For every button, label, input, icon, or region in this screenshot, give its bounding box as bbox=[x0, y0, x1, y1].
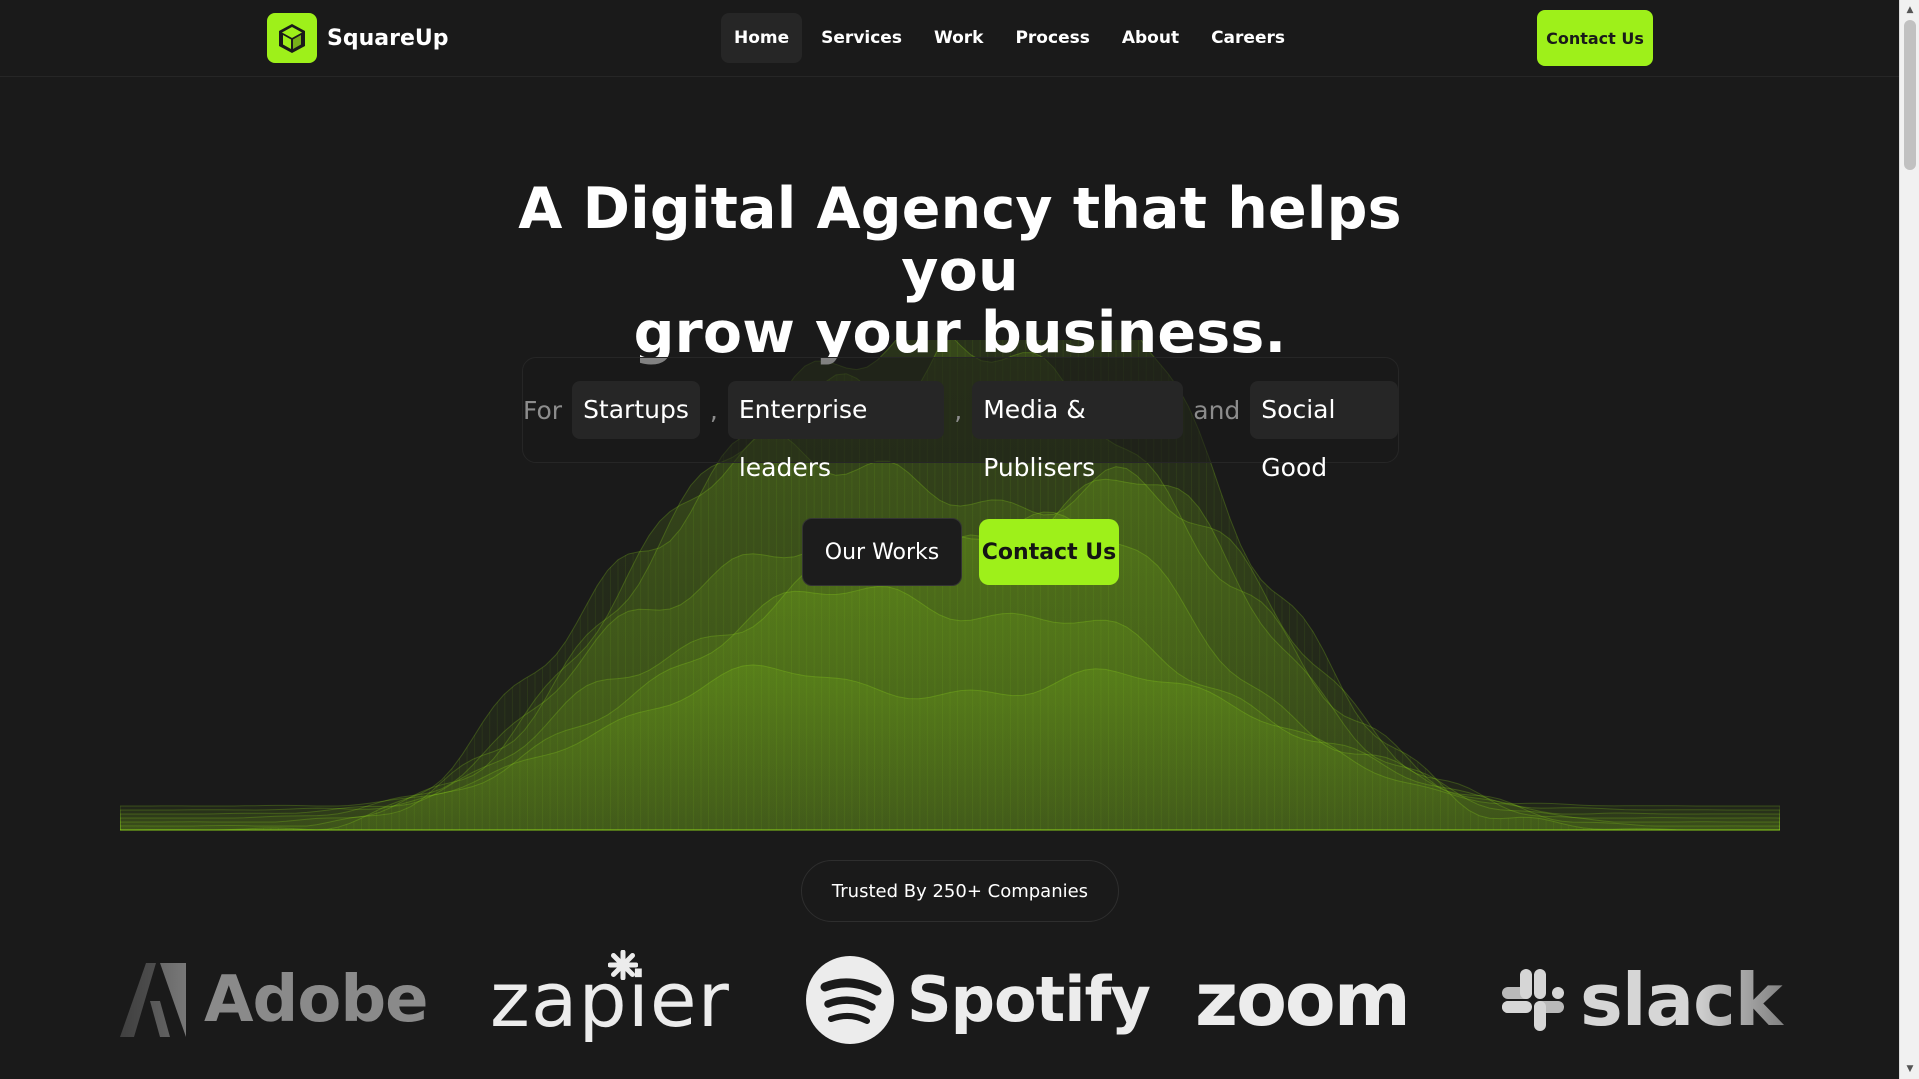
site-header: SquareUp Home Services Work Process Abou… bbox=[0, 0, 1899, 77]
adobe-wordmark: Adobe bbox=[204, 963, 429, 1037]
nav-item-services[interactable]: Services bbox=[808, 13, 915, 63]
nav-item-about[interactable]: About bbox=[1109, 13, 1192, 63]
main-nav: Home Services Work Process About Careers bbox=[721, 13, 1298, 63]
audience-chip-enterprise: Enterprise leaders bbox=[727, 381, 945, 482]
audience-chip-social-good: Social Good bbox=[1250, 381, 1398, 482]
hero-title: A Digital Agency that helps you grow you… bbox=[460, 178, 1460, 364]
page-scrollbar[interactable]: ▲ ▼ bbox=[1899, 0, 1919, 1079]
nav-item-process[interactable]: Process bbox=[1002, 13, 1102, 63]
logos-fade-right bbox=[1690, 930, 1899, 1070]
audience-chip-startups: Startups bbox=[572, 381, 700, 439]
zoom-wordmark: zoom bbox=[1195, 957, 1411, 1043]
nav-item-home[interactable]: Home bbox=[721, 13, 803, 63]
scroll-up-icon[interactable]: ▲ bbox=[1900, 2, 1919, 18]
zoom-logo: zoom bbox=[1195, 930, 1411, 1070]
our-works-button[interactable]: Our Works bbox=[802, 518, 962, 586]
audience-tags: For Startups , Enterprise leaders , Medi… bbox=[522, 357, 1399, 482]
nav-item-work[interactable]: Work bbox=[921, 13, 997, 63]
audience-prefix: For bbox=[523, 395, 563, 425]
cube-icon bbox=[267, 13, 317, 63]
client-logos: Adobe zapier Spotify zoom slack bbox=[110, 930, 1810, 1070]
audience-separator: , bbox=[709, 395, 718, 425]
brand-logo[interactable]: SquareUp bbox=[267, 13, 448, 63]
header-contact-button[interactable]: Contact Us bbox=[1537, 10, 1653, 66]
hero-title-line-1: A Digital Agency that helps you bbox=[518, 176, 1402, 304]
zapier-logo: zapier bbox=[490, 930, 730, 1070]
audience-separator: , bbox=[954, 395, 963, 425]
audience-conjunction: and bbox=[1193, 395, 1241, 425]
slack-icon bbox=[1502, 969, 1564, 1031]
nav-item-careers[interactable]: Careers bbox=[1198, 13, 1298, 63]
scroll-down-icon[interactable]: ▼ bbox=[1900, 1061, 1919, 1077]
audience-chip-media: Media & Publisers bbox=[972, 381, 1184, 482]
hero-contact-button[interactable]: Contact Us bbox=[979, 519, 1119, 585]
scrollbar-thumb[interactable] bbox=[1904, 20, 1916, 170]
spotify-icon bbox=[806, 956, 894, 1044]
asterisk-icon bbox=[608, 950, 638, 980]
trusted-badge: Trusted By 250+ Companies bbox=[801, 860, 1119, 922]
brand-name: SquareUp bbox=[327, 25, 449, 51]
spotify-wordmark: Spotify bbox=[907, 963, 1151, 1036]
logos-fade-left bbox=[0, 930, 190, 1070]
spotify-logo: Spotify bbox=[805, 930, 1151, 1070]
